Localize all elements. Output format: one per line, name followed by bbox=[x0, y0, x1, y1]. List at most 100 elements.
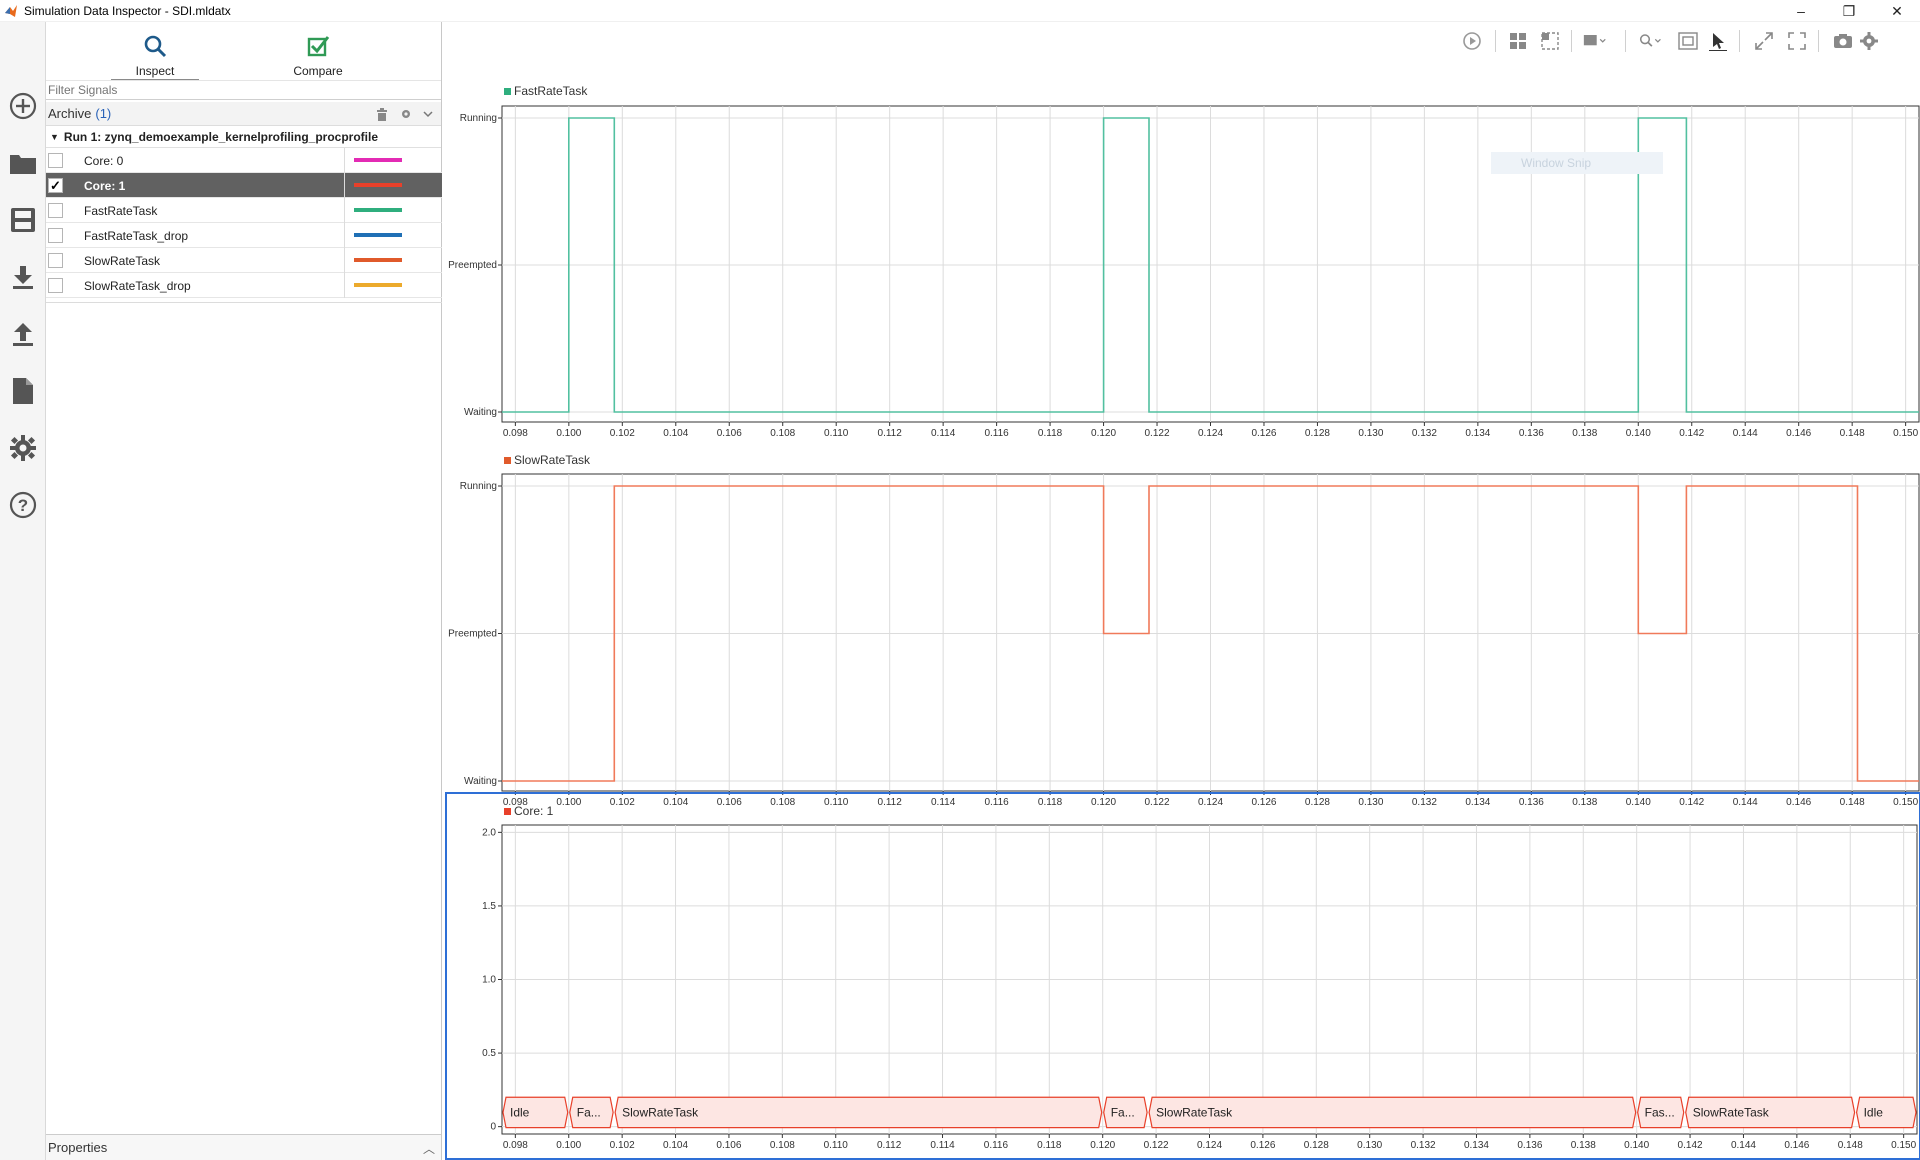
line-style-swatch[interactable] bbox=[354, 258, 402, 262]
x-tick-label: 0.150 bbox=[1891, 1140, 1916, 1151]
signal-row[interactable]: FastRateTask_drop bbox=[46, 223, 442, 248]
trash-icon[interactable] bbox=[374, 106, 390, 122]
signal-checkbox[interactable] bbox=[48, 278, 63, 293]
layout-grid-icon[interactable] bbox=[1506, 30, 1530, 52]
toolbar-separator bbox=[1571, 30, 1572, 52]
checkbox-check-icon bbox=[307, 36, 330, 57]
x-tick-label: 0.144 bbox=[1731, 1140, 1756, 1151]
plot-panel-core1[interactable]: Core: 1 0.098 0.100 0.102 0.104 0.106 0.108 0.1… bbox=[445, 792, 1920, 1160]
signal-row[interactable]: ✓ Core: 1 bbox=[46, 173, 442, 198]
plot-svg: SlowRateTask0.098 0.100 0.102 0.104 0.106 0.1… bbox=[448, 453, 1920, 808]
column-divider bbox=[344, 173, 345, 198]
filter-signals-input[interactable] bbox=[46, 80, 441, 100]
x-tick-label: 0.140 bbox=[1624, 1140, 1649, 1151]
y-tick-label: 0.5 bbox=[482, 1048, 496, 1059]
folder-icon[interactable] bbox=[4, 144, 42, 182]
x-tick-label: 0.134 bbox=[1464, 1140, 1489, 1151]
chevron-up-icon[interactable]: ︿ bbox=[423, 1140, 435, 1157]
close-button[interactable]: ✕ bbox=[1874, 0, 1920, 22]
x-tick-label: 0.118 bbox=[1037, 1140, 1062, 1151]
line-style-swatch[interactable] bbox=[354, 158, 402, 162]
y-tick-label: Waiting bbox=[464, 776, 497, 787]
settings-icon[interactable] bbox=[4, 429, 42, 467]
download-icon[interactable] bbox=[4, 258, 42, 296]
state-segment-label: Idle bbox=[510, 1105, 530, 1119]
legend-swatch bbox=[504, 457, 511, 464]
y-tick-label: 0 bbox=[490, 1122, 496, 1133]
signal-label: FastRateTask_drop bbox=[84, 229, 189, 243]
x-tick-label: 0.110 bbox=[824, 1140, 849, 1151]
y-tick-label: Waiting bbox=[464, 407, 497, 418]
run-row[interactable]: ▼ Run 1: zynq_demoexample_kernelprofilin… bbox=[46, 126, 441, 148]
add-icon[interactable] bbox=[4, 87, 42, 125]
matlab-logo-icon bbox=[0, 0, 22, 22]
tab-inspect[interactable]: Inspect bbox=[105, 28, 205, 82]
help-icon[interactable]: ? bbox=[4, 486, 42, 524]
caret-down-icon[interactable]: ▼ bbox=[50, 132, 59, 142]
signal-label: Core: 0 bbox=[84, 154, 124, 168]
signal-row[interactable]: SlowRateTask bbox=[46, 248, 442, 273]
play-replay-icon[interactable] bbox=[1460, 30, 1484, 52]
plot-panel-slowratetask[interactable]: SlowRateTask 0.098 0.100 0.102 0.104 0.106 0.1… bbox=[445, 427, 1920, 808]
minimize-button[interactable]: – bbox=[1778, 0, 1824, 22]
save-icon[interactable] bbox=[4, 201, 42, 239]
signal-row[interactable]: SlowRateTask_drop bbox=[46, 273, 442, 298]
signal-row[interactable]: FastRateTask bbox=[46, 198, 442, 223]
signal-label: Core: 1 bbox=[84, 179, 126, 193]
column-divider bbox=[344, 198, 345, 223]
signal-checkbox[interactable] bbox=[48, 153, 63, 168]
left-icon-rail: ? bbox=[0, 22, 46, 1160]
gear-icon[interactable] bbox=[398, 106, 414, 122]
state-segment-label: Fa... bbox=[1111, 1105, 1135, 1119]
signal-checkbox[interactable] bbox=[48, 253, 63, 268]
document-icon[interactable] bbox=[4, 372, 42, 410]
signal-row[interactable]: Core: 0 bbox=[46, 148, 442, 173]
expand-icon[interactable] bbox=[1752, 30, 1776, 52]
x-tick-label: 0.138 bbox=[1571, 1140, 1596, 1151]
x-tick-label: 0.124 bbox=[1197, 1140, 1222, 1151]
line-style-swatch[interactable] bbox=[354, 233, 402, 237]
window-snip-overlay: Window Snip bbox=[1491, 152, 1663, 174]
x-tick-label: 0.114 bbox=[930, 1140, 955, 1151]
svg-text:?: ? bbox=[18, 496, 28, 515]
x-tick-label: 0.122 bbox=[1144, 1140, 1169, 1151]
archive-label: Archive bbox=[48, 106, 92, 121]
line-style-swatch[interactable] bbox=[354, 283, 402, 287]
archive-header[interactable]: Archive (1) bbox=[46, 102, 441, 126]
x-tick-label: 0.108 bbox=[770, 1140, 795, 1151]
fullscreen-icon[interactable] bbox=[1785, 30, 1809, 52]
legend-swatch bbox=[504, 808, 511, 815]
properties-label: Properties bbox=[48, 1140, 108, 1155]
plot-panel-fastratetask[interactable]: FastRateTask 0.098 0.100 0.102 0.104 0.106 0.1… bbox=[445, 58, 1920, 439]
zoom-in-icon[interactable] bbox=[1639, 30, 1663, 52]
cursor-pointer-icon[interactable] bbox=[1706, 30, 1730, 52]
restore-button[interactable]: ❐ bbox=[1826, 0, 1872, 22]
gear-icon[interactable] bbox=[1857, 30, 1881, 52]
run-label: Run 1: zynq_demoexample_kernelprofiling_… bbox=[63, 129, 378, 144]
x-tick-label: 0.120 bbox=[1090, 1140, 1115, 1151]
chevron-down-icon[interactable] bbox=[420, 106, 436, 122]
signal-label: FastRateTask bbox=[84, 204, 158, 218]
signal-checkbox[interactable]: ✓ bbox=[48, 178, 63, 193]
line-style-swatch[interactable] bbox=[354, 208, 402, 212]
visualization-gallery-icon[interactable] bbox=[1583, 30, 1607, 52]
signal-label: SlowRateTask bbox=[84, 254, 161, 268]
window-title: Simulation Data Inspector - SDI.mldatx bbox=[24, 3, 231, 18]
x-tick-label: 0.106 bbox=[716, 1140, 741, 1151]
signal-checkbox[interactable] bbox=[48, 228, 63, 243]
camera-icon[interactable] bbox=[1831, 30, 1855, 52]
line-style-swatch[interactable] bbox=[354, 183, 402, 187]
upload-icon[interactable] bbox=[4, 315, 42, 353]
state-segment-label: SlowRateTask bbox=[1156, 1105, 1233, 1119]
x-tick-label: 0.126 bbox=[1250, 1140, 1275, 1151]
properties-header[interactable]: Properties ︿ bbox=[46, 1134, 441, 1160]
y-tick-label: 2.0 bbox=[482, 827, 496, 838]
tab-compare[interactable]: Compare bbox=[268, 28, 368, 80]
x-tick-label: 0.104 bbox=[663, 1140, 688, 1151]
layout-dashed-icon[interactable] bbox=[1538, 30, 1562, 52]
toolbar-separator bbox=[1625, 30, 1626, 52]
fit-to-view-icon[interactable] bbox=[1676, 30, 1700, 52]
state-segment-label: SlowRateTask bbox=[622, 1105, 699, 1119]
signal-checkbox[interactable] bbox=[48, 203, 63, 218]
toolbar-separator bbox=[1739, 30, 1740, 52]
